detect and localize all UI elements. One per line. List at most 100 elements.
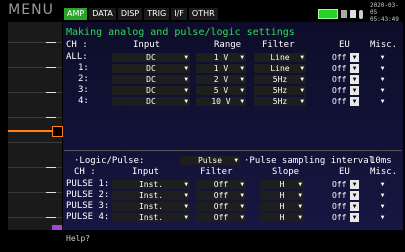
input-select[interactable]: DC ▼ <box>112 86 190 95</box>
filter-select[interactable]: 5Hz ▼ <box>254 75 306 84</box>
input-select-value: DC <box>146 75 156 84</box>
pulse-filter-select[interactable]: Off ▼ <box>196 213 246 222</box>
pulse-interval-value[interactable]: 10ms <box>370 156 392 166</box>
misc-dropdown-icon[interactable]: ▼ <box>378 202 387 211</box>
dropdown-arrow-icon: ▼ <box>184 192 188 199</box>
pulse-filter-select[interactable]: Off ▼ <box>196 202 246 211</box>
filter-select-value: 5Hz <box>272 86 288 95</box>
dropdown-arrow-icon: ▼ <box>300 54 304 61</box>
range-select-value: 1 V <box>213 64 229 73</box>
eu-value: Off <box>332 213 347 222</box>
eu-dropdown-icon[interactable]: ▼ <box>350 75 359 84</box>
dropdown-arrow-icon: ▼ <box>184 65 188 72</box>
thermometer-icon <box>359 9 363 19</box>
logic-col-eu: EU <box>339 167 350 177</box>
slope-select[interactable]: H ▼ <box>260 180 304 189</box>
slope-select[interactable]: H ▼ <box>260 202 304 211</box>
dropdown-arrow-icon: ▼ <box>240 65 244 72</box>
misc-dropdown-icon[interactable]: ▼ <box>378 180 387 189</box>
tick-mark <box>46 117 56 118</box>
logic-mode-select[interactable]: Pulse ▼ <box>180 156 240 165</box>
analog-col-input: Input <box>133 40 161 50</box>
eu-dropdown-icon[interactable]: ▼ <box>350 202 359 211</box>
analog-col-misc: Misc. <box>370 40 398 50</box>
dropdown-arrow-icon: ▼ <box>240 76 244 83</box>
pulse-filter-select[interactable]: Off ▼ <box>196 191 246 200</box>
menu-button[interactable]: MENU <box>0 2 62 18</box>
tab-bar: AMP DATA DISP TRIG I/F OTHR <box>64 8 218 20</box>
tab-othr[interactable]: OTHR <box>188 8 218 20</box>
eu-value: Off <box>332 75 347 84</box>
dropdown-arrow-icon: ▼ <box>240 181 244 188</box>
misc-dropdown-icon[interactable]: ▼ <box>378 191 387 200</box>
range-select[interactable]: 1 V ▼ <box>196 53 246 62</box>
filter-select[interactable]: Line ▼ <box>254 53 306 62</box>
range-select[interactable]: 5 V ▼ <box>196 86 246 95</box>
misc-dropdown-icon[interactable]: ▼ <box>378 86 387 95</box>
slope-select[interactable]: H ▼ <box>260 213 304 222</box>
input-select[interactable]: DC ▼ <box>112 97 190 106</box>
eu-dropdown-icon[interactable]: ▼ <box>350 64 359 73</box>
dropdown-arrow-icon: ▼ <box>298 181 302 188</box>
tick-mark <box>46 42 56 43</box>
analog-col-ch: CH : <box>66 40 88 50</box>
eu-dropdown-icon[interactable]: ▼ <box>350 180 359 189</box>
slope-select-value: H <box>279 202 285 211</box>
analog-col-eu: EU <box>339 40 350 50</box>
tab-disp[interactable]: DISP <box>117 8 143 20</box>
range-select-value: 1 V <box>213 53 229 62</box>
analog-row-label: 3: <box>78 85 89 95</box>
eu-dropdown-icon[interactable]: ▼ <box>350 191 359 200</box>
filter-select[interactable]: 5Hz ▼ <box>254 97 306 106</box>
slope-select[interactable]: H ▼ <box>260 191 304 200</box>
filter-select-value: 5Hz <box>272 97 288 106</box>
dropdown-arrow-icon: ▼ <box>184 54 188 61</box>
grid-line <box>8 142 62 143</box>
pulse-input-select[interactable]: Inst. ▼ <box>112 213 190 222</box>
pulse-input-select[interactable]: Inst. ▼ <box>112 202 190 211</box>
analog-col-filter: Filter <box>262 40 295 50</box>
misc-dropdown-icon[interactable]: ▼ <box>378 53 387 62</box>
eu-dropdown-icon[interactable]: ▼ <box>350 213 359 222</box>
misc-dropdown-icon[interactable]: ▼ <box>378 64 387 73</box>
tab-data[interactable]: DATA <box>89 8 116 20</box>
pulse-row-label: PULSE 1: <box>66 179 110 189</box>
pulse-filter-select[interactable]: Off ▼ <box>196 180 246 189</box>
eu-dropdown-icon[interactable]: ▼ <box>350 53 359 62</box>
filter-select[interactable]: 5Hz ▼ <box>254 86 306 95</box>
tab-trig[interactable]: TRIG <box>144 8 170 20</box>
range-select[interactable]: 2 V ▼ <box>196 75 246 84</box>
dropdown-arrow-icon: ▼ <box>298 192 302 199</box>
datetime: 2020-03-05 05:43:49 <box>370 2 405 23</box>
analog-row-label: ALL: <box>66 52 88 62</box>
tick-mark <box>46 67 56 68</box>
pulse-row-label: PULSE 4: <box>66 212 110 222</box>
logic-marker[interactable] <box>52 225 62 230</box>
pulse-filter-select-value: Off <box>213 191 229 200</box>
range-select[interactable]: 1 V ▼ <box>196 64 246 73</box>
pulse-input-select-value: Inst. <box>138 202 164 211</box>
input-select[interactable]: DC ▼ <box>112 64 190 73</box>
filter-select-value: 5Hz <box>272 75 288 84</box>
pulse-input-select[interactable]: Inst. ▼ <box>112 191 190 200</box>
pulse-input-select[interactable]: Inst. ▼ <box>112 180 190 189</box>
dropdown-arrow-icon: ▼ <box>240 214 244 221</box>
channel-marker[interactable] <box>52 126 63 137</box>
misc-dropdown-icon[interactable]: ▼ <box>378 97 387 106</box>
help-bar[interactable]: Help? <box>63 232 403 246</box>
dropdown-arrow-icon: ▼ <box>184 203 188 210</box>
eu-dropdown-icon[interactable]: ▼ <box>350 86 359 95</box>
pulse-input-select-value: Inst. <box>138 213 164 222</box>
input-select[interactable]: DC ▼ <box>112 53 190 62</box>
range-select[interactable]: 10 V ▼ <box>196 97 246 106</box>
filter-select[interactable]: Line ▼ <box>254 64 306 73</box>
dropdown-arrow-icon: ▼ <box>240 203 244 210</box>
eu-dropdown-icon[interactable]: ▼ <box>350 97 359 106</box>
misc-dropdown-icon[interactable]: ▼ <box>378 213 387 222</box>
misc-dropdown-icon[interactable]: ▼ <box>378 75 387 84</box>
tab-amp[interactable]: AMP <box>64 8 88 20</box>
analog-col-range: Range <box>214 40 242 50</box>
input-select[interactable]: DC ▼ <box>112 75 190 84</box>
tab-if[interactable]: I/F <box>171 8 187 20</box>
eu-value: Off <box>332 53 347 62</box>
